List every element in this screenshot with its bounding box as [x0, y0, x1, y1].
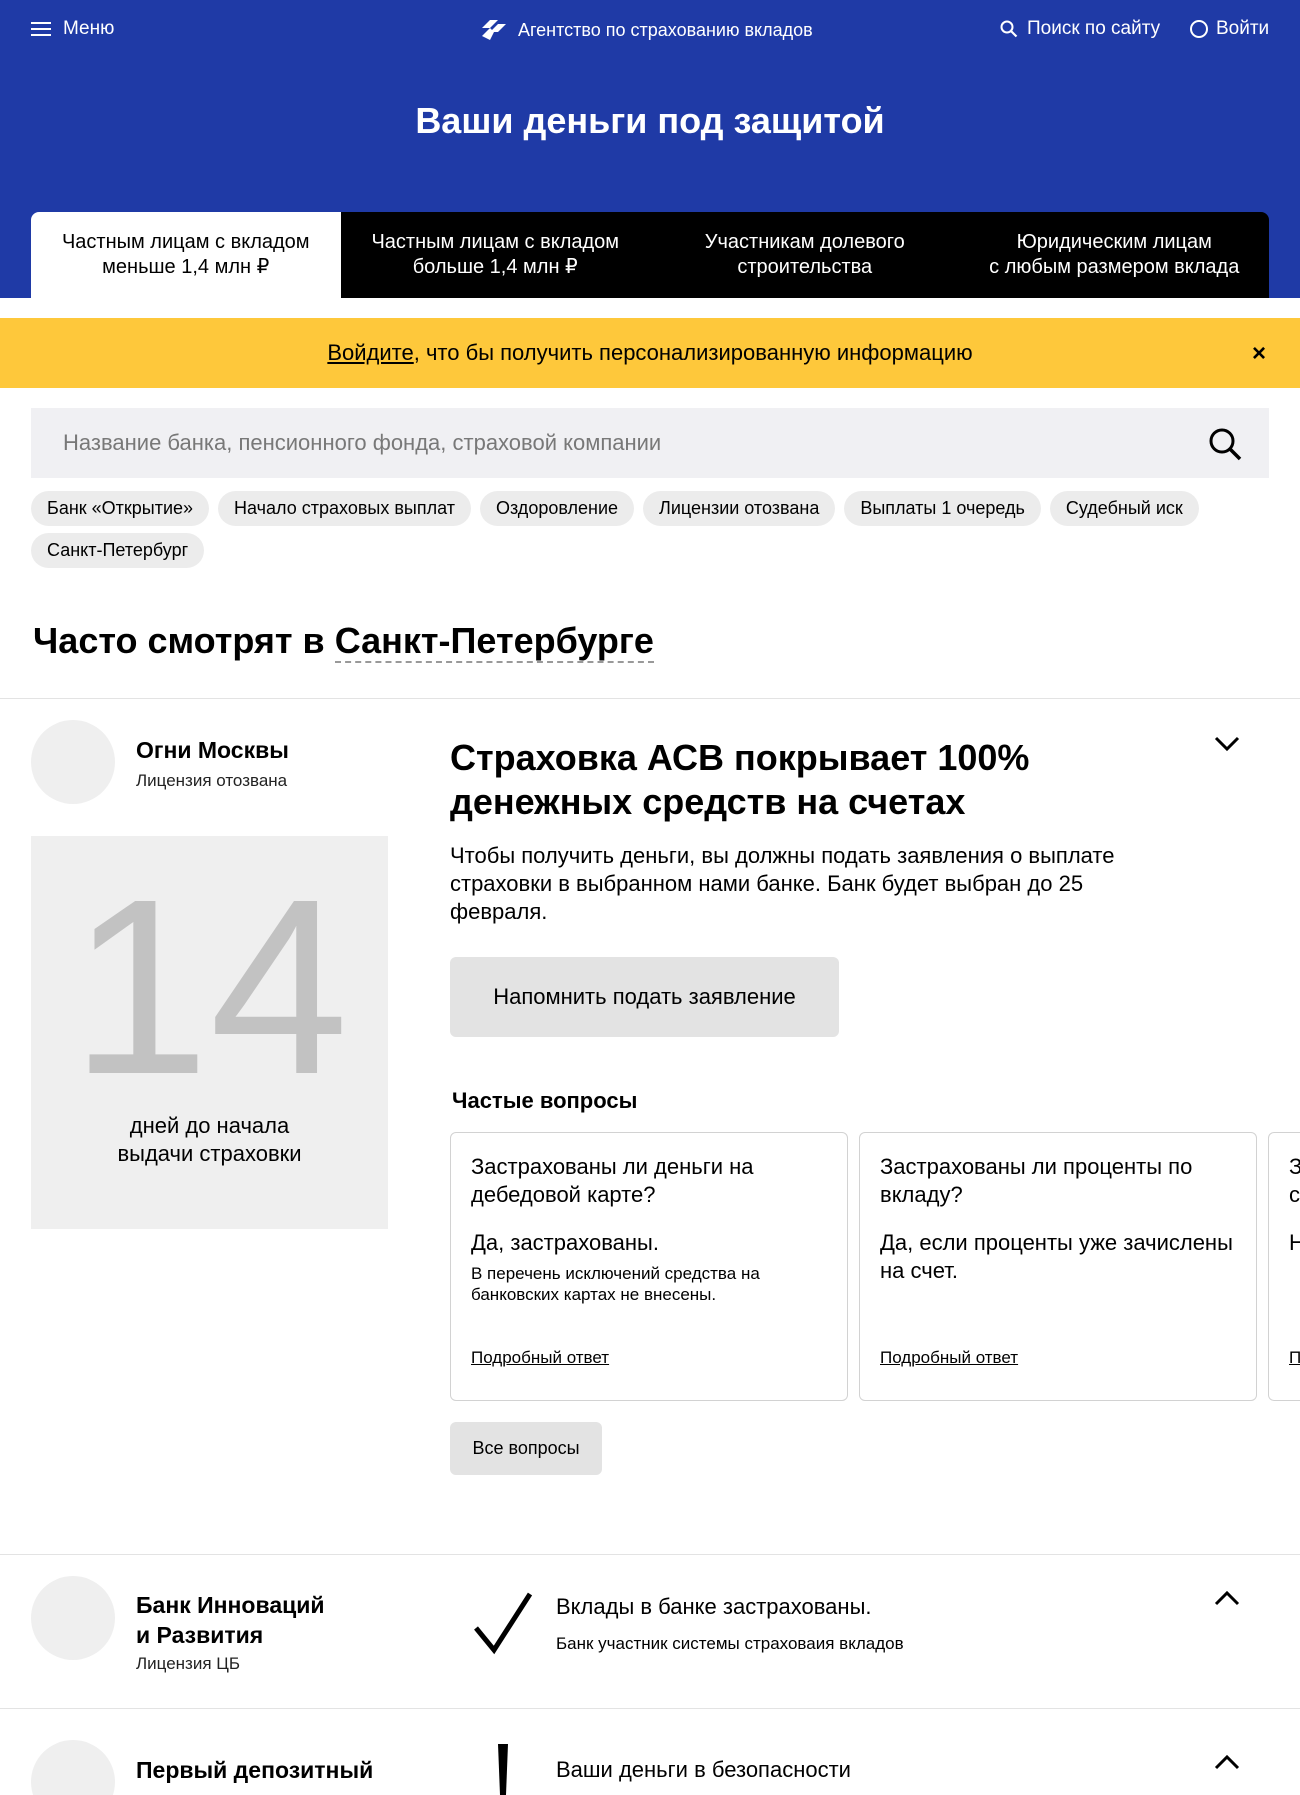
faq-answer: Да, если проценты уже зачислены на счет.: [880, 1230, 1233, 1283]
bank-name[interactable]: Огни Москвы: [136, 735, 289, 765]
divider: [0, 1708, 1300, 1709]
countdown-days: 14: [70, 847, 349, 1126]
tag-chip[interactable]: Лицензии отозвана: [643, 491, 836, 526]
faq-question: Застрахованы ли деньги на дебедовой карт…: [471, 1154, 754, 1207]
bank-license-status: Лицензия отозвана: [136, 771, 288, 790]
site-search-link[interactable]: Поиск по сайту: [1000, 18, 1160, 40]
bank-search-input[interactable]: [31, 408, 1191, 478]
chevron-down-icon[interactable]: [1212, 734, 1242, 754]
audience-tabs: Частным лицам с вкладом меньше 1,4 млн ₽…: [31, 212, 1269, 298]
faq-question: Застрахованы ли деньги на счете?: [1289, 1154, 1300, 1207]
notice-login-link[interactable]: Войдите: [327, 340, 413, 365]
bank-avatar: [31, 720, 115, 804]
brand-name: Агентство по страхованию вкладов: [518, 19, 813, 40]
bank-name-line2: и Развития: [136, 1622, 264, 1648]
login-label: Войти: [1216, 18, 1270, 39]
site-header: Меню Агентство по страхованию вкладов По…: [0, 0, 1300, 298]
coverage-headline: Страховка АСВ покрывает 100% денежных ср…: [450, 737, 1030, 822]
tag-chip[interactable]: Банк «Открытие»: [31, 491, 210, 526]
divider: [0, 1554, 1300, 1555]
faq-answer: Да, застрахованы.: [471, 1230, 659, 1255]
notice-text-wrap: Войдите, что бы получить персонализирова…: [327, 340, 972, 366]
faq-card[interactable]: Застрахованы ли проценты по вкладу? Да, …: [859, 1132, 1257, 1401]
login-link[interactable]: Войти: [1190, 18, 1269, 40]
faq-card[interactable]: Застрахованы ли деньги на дебедовой карт…: [450, 1132, 848, 1401]
faq-note: В перечень исключений средства на банков…: [471, 1264, 760, 1304]
divider: [0, 698, 1300, 699]
bank-license-status: Лицензия ЦБ: [136, 1654, 240, 1673]
faq-card[interactable]: Застрахованы ли деньги на счете? Нет, не…: [1268, 1132, 1300, 1401]
faq-title: Частые вопросы: [452, 1088, 638, 1113]
search-icon: [1000, 20, 1018, 38]
coverage-description: Чтобы получить деньги, вы должны подать …: [450, 843, 1115, 924]
faq-question: Застрахованы ли проценты по вкладу?: [880, 1154, 1193, 1207]
tag-chip[interactable]: Судебный иск: [1049, 491, 1199, 526]
tab-label: Частным лицам с вкладом меньше 1,4 млн ₽: [61, 231, 310, 278]
faq-more-link[interactable]: Подробный ответ: [880, 1348, 1018, 1368]
bank-name[interactable]: Банк Инноваций и Развития: [136, 1590, 325, 1650]
bank-avatar: [31, 1740, 115, 1795]
countdown-label-line2: выдачи страховки: [117, 1141, 302, 1166]
insurance-status-detail: Банк участник системы страховаия вкладов: [556, 1634, 904, 1653]
tab-label: Участникам долевого строительства: [704, 231, 905, 278]
insurance-status: Вклады в банке застрахованы.: [556, 1594, 872, 1619]
section-title-prefix: Часто смотрят в: [33, 620, 335, 661]
asv-logo-icon: [482, 20, 506, 40]
tag-chip[interactable]: Санкт-Петербург: [31, 533, 205, 568]
payout-countdown: 14 дней до начала выдачи страховки: [31, 836, 388, 1229]
user-circle-icon: [1190, 20, 1208, 38]
tab-label: Частным лицам с вкладом больше 1,4 млн ₽: [371, 231, 620, 278]
tab-legal-entities[interactable]: Юридическим лицам с любым размером вклад…: [959, 212, 1269, 298]
brand-link[interactable]: Агентство по страхованию вкладов: [480, 18, 813, 42]
login-notice-banner: Войдите, что бы получить персонализирова…: [0, 318, 1300, 388]
faq-carousel: Застрахованы ли деньги на дебедовой карт…: [450, 1132, 1300, 1401]
remind-button[interactable]: Напомнить подать заявление: [450, 957, 839, 1037]
bank-name[interactable]: Первый депозитный: [136, 1755, 373, 1785]
tag-chip[interactable]: Выплаты 1 очередь: [844, 491, 1041, 526]
exclamation-icon: [498, 1744, 508, 1795]
bank-name-line1: Банк Инноваций: [136, 1592, 325, 1618]
bank-search: [31, 408, 1269, 478]
top-bar: Меню Агентство по страхованию вкладов По…: [0, 0, 1300, 64]
faq-more-link[interactable]: Подробный ответ: [1289, 1348, 1300, 1368]
close-icon[interactable]: ×: [1252, 340, 1266, 368]
menu-label: Меню: [63, 18, 115, 39]
insurance-status: Ваши деньги в безопасности: [556, 1757, 851, 1782]
city-selector[interactable]: Санкт-Петербурге: [334, 620, 654, 663]
search-link-label: Поиск по сайту: [1027, 18, 1161, 39]
checkmark-icon: [474, 1592, 533, 1655]
tab-shared-construction[interactable]: Участникам долевого строительства: [650, 212, 960, 298]
faq-more-link[interactable]: Подробный ответ: [471, 1348, 609, 1368]
hamburger-icon: [31, 22, 51, 36]
all-questions-button[interactable]: Все вопросы: [450, 1422, 602, 1475]
tab-small-deposit[interactable]: Частным лицам с вкладом меньше 1,4 млн ₽: [31, 212, 341, 298]
popular-tags: Банк «Открытие» Начало страховых выплат …: [31, 491, 1269, 568]
bank-avatar: [31, 1576, 115, 1660]
notice-text: , что бы получить персонализированную ин…: [413, 340, 973, 365]
faq-answer: Нет, не застрахованы.: [1289, 1230, 1300, 1255]
section-title: Часто смотрят в Санкт-Петербурге: [33, 620, 654, 663]
hero-title: Ваши деньги под защитой: [415, 100, 885, 141]
chevron-up-icon[interactable]: [1212, 1588, 1242, 1608]
faq-track: Застрахованы ли деньги на дебедовой карт…: [450, 1132, 1300, 1401]
tab-large-deposit[interactable]: Частным лицам с вкладом больше 1,4 млн ₽: [340, 212, 650, 298]
countdown-label-line1: дней до начала: [129, 1113, 290, 1138]
tag-chip[interactable]: Оздоровление: [479, 491, 635, 526]
tab-label: Юридическим лицам с любым размером вклад…: [989, 231, 1240, 278]
tag-chip[interactable]: Начало страховых выплат: [218, 491, 471, 526]
countdown-label: дней до начала выдачи страховки: [31, 1112, 388, 1168]
search-icon[interactable]: [1207, 426, 1243, 462]
menu-button[interactable]: Меню: [31, 18, 114, 40]
chevron-up-icon[interactable]: [1212, 1752, 1242, 1772]
